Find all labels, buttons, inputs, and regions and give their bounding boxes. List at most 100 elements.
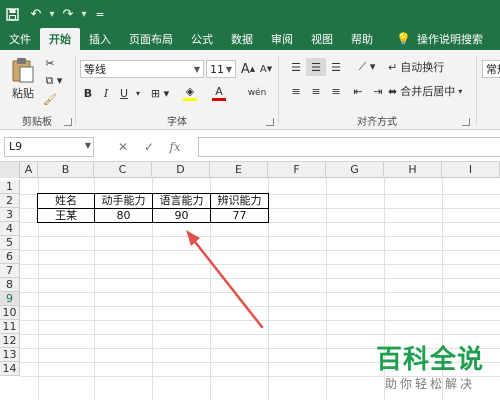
chevron-down-icon: ▾ bbox=[458, 86, 463, 96]
tab-review[interactable]: 审阅 bbox=[262, 28, 302, 50]
merge-icon: ⬌ bbox=[388, 84, 398, 98]
copy-icon: ⧉ ▾ bbox=[45, 74, 63, 87]
font-dialog-launcher-icon[interactable] bbox=[266, 118, 274, 126]
fill-color-swatch bbox=[183, 97, 197, 101]
paste-button[interactable]: 粘贴 bbox=[6, 54, 40, 104]
bold-button[interactable]: B bbox=[80, 84, 96, 102]
redo-dropdown-icon[interactable]: ▾ bbox=[80, 9, 88, 20]
increase-indent-button[interactable]: ⇥ bbox=[368, 82, 388, 100]
customize-icon: = bbox=[95, 7, 105, 21]
alignment-dialog-launcher-icon[interactable] bbox=[462, 118, 470, 126]
name-box-value: L9 bbox=[9, 140, 23, 153]
group-divider bbox=[75, 56, 76, 124]
tab-insert[interactable]: 插入 bbox=[80, 28, 120, 50]
align-middle-button[interactable]: ☰ bbox=[306, 58, 326, 76]
customize-toolbar-button[interactable]: = bbox=[88, 0, 112, 28]
increase-indent-icon: ⇥ bbox=[373, 84, 383, 98]
grow-font-icon: A bbox=[240, 61, 250, 77]
cancel-icon[interactable]: ✕ bbox=[110, 140, 136, 154]
tell-me-label: 操作说明搜索 bbox=[416, 33, 483, 46]
enter-icon[interactable]: ✓ bbox=[136, 140, 162, 154]
wrap-text-icon: ↵ bbox=[388, 60, 398, 74]
underline-dropdown-icon[interactable]: ▾ bbox=[133, 84, 143, 102]
align-bottom-icon: ☰ bbox=[331, 60, 341, 74]
tell-me-search[interactable]: 💡 操作说明搜索 bbox=[382, 28, 492, 50]
align-left-button[interactable]: ≡ bbox=[286, 82, 306, 100]
font-name-combo[interactable]: 等线 ▼ bbox=[80, 60, 204, 78]
align-center-button[interactable]: ≡ bbox=[306, 82, 326, 100]
alignment-group: ☰ ☰ ☰ ⟋ ▾ ↵ 自动换行 ≡ ≡ ≡ ⇤ ⇥ ⬌ 合并后居中 ▾ 对齐方… bbox=[282, 50, 472, 130]
italic-button[interactable]: I bbox=[98, 84, 114, 102]
align-middle-icon: ☰ bbox=[311, 60, 321, 74]
align-bottom-button[interactable]: ☰ bbox=[326, 58, 346, 76]
ribbon: 粘贴 ✂ ⧉ ▾ 🖌 剪贴板 等线 ▼ 11 ▼ A ▲ A ▼ B I U ▾ ⊞… bbox=[0, 50, 500, 130]
phonetic-icon: wén bbox=[247, 88, 267, 98]
fill-bucket-icon: ◈ bbox=[185, 84, 195, 98]
save-button[interactable] bbox=[0, 0, 24, 28]
title-bar: ↶ ▾ ↷ ▾ = bbox=[0, 0, 500, 28]
font-name-value: 等线 bbox=[84, 63, 106, 76]
name-box[interactable]: L9 ▼ bbox=[4, 137, 94, 157]
wrap-text-button[interactable]: ↵ 自动换行 bbox=[388, 58, 468, 76]
tab-data[interactable]: 数据 bbox=[222, 28, 262, 50]
underline-button[interactable]: U bbox=[116, 84, 132, 102]
align-center-icon: ≡ bbox=[311, 84, 321, 98]
merge-center-button[interactable]: ⬌ 合并后居中 ▾ bbox=[388, 82, 472, 100]
decrease-indent-icon: ⇤ bbox=[353, 84, 363, 98]
undo-dropdown-icon[interactable]: ▾ bbox=[48, 9, 56, 20]
alignment-group-label: 对齐方式 bbox=[357, 117, 397, 128]
tab-view[interactable]: 视图 bbox=[302, 28, 342, 50]
orientation-button[interactable]: ⟋ ▾ bbox=[352, 58, 382, 76]
save-icon bbox=[5, 7, 19, 21]
lightbulb-icon: 💡 bbox=[396, 32, 411, 46]
phonetic-button[interactable]: wén bbox=[242, 82, 272, 104]
clipboard-group-label: 剪贴板 bbox=[22, 117, 52, 128]
watermark-title: 百科全说 bbox=[375, 345, 484, 375]
redo-button[interactable]: ↷ bbox=[56, 0, 80, 28]
clipboard-dialog-launcher-icon[interactable] bbox=[64, 118, 72, 126]
font-size-value: 11 bbox=[210, 62, 224, 76]
tab-file[interactable]: 文件 bbox=[0, 28, 40, 50]
insert-function-icon[interactable]: fx bbox=[162, 140, 188, 154]
fill-color-button[interactable]: ◈ bbox=[176, 84, 204, 102]
align-top-icon: ☰ bbox=[291, 60, 301, 74]
font-size-combo[interactable]: 11 ▼ bbox=[206, 60, 236, 78]
font-color-button[interactable]: A bbox=[206, 84, 232, 102]
group-divider bbox=[278, 56, 279, 124]
format-painter-button[interactable]: 🖌 bbox=[40, 91, 60, 107]
grow-font-button[interactable]: A ▲ bbox=[240, 60, 256, 78]
copy-button[interactable]: ⧉ ▾ bbox=[40, 73, 68, 89]
tab-page-layout[interactable]: 页面布局 bbox=[120, 28, 182, 50]
tab-help[interactable]: 帮助 bbox=[342, 28, 382, 50]
quick-access-toolbar: ↶ ▾ ↷ ▾ = bbox=[0, 0, 112, 28]
align-right-button[interactable]: ≡ bbox=[326, 82, 346, 100]
watermark-logo: 百科全说 助你轻松解决 bbox=[376, 345, 484, 392]
align-left-icon: ≡ bbox=[291, 84, 301, 98]
watermark-subtitle: 助你轻松解决 bbox=[384, 377, 475, 391]
worksheet-grid[interactable]: A B C D E F G H I 1 2 3 4 5 6 7 8 9 10 1… bbox=[0, 162, 500, 400]
merge-label: 合并后居中 bbox=[400, 85, 456, 98]
decrease-indent-button[interactable]: ⇤ bbox=[348, 82, 368, 100]
cut-button[interactable]: ✂ bbox=[40, 55, 60, 71]
number-group: 常规 bbox=[480, 50, 500, 130]
formula-actions: ✕ ✓ fx bbox=[110, 137, 188, 157]
tab-formulas[interactable]: 公式 bbox=[182, 28, 222, 50]
group-divider bbox=[476, 56, 477, 124]
clipboard-group: 粘贴 ✂ ⧉ ▾ 🖌 剪贴板 bbox=[0, 50, 74, 130]
redo-icon: ↷ bbox=[62, 6, 74, 22]
paste-label: 粘贴 bbox=[12, 87, 34, 100]
ribbon-tabs: 文件 开始 插入 页面布局 公式 数据 审阅 视图 帮助 💡 操作说明搜索 bbox=[0, 28, 500, 50]
borders-button[interactable]: ⊞ ▾ bbox=[148, 84, 172, 102]
number-format-combo[interactable]: 常规 bbox=[482, 60, 500, 78]
undo-button[interactable]: ↶ bbox=[24, 0, 48, 28]
font-color-icon: A bbox=[215, 84, 223, 98]
number-format-value: 常规 bbox=[486, 63, 500, 76]
shrink-font-button[interactable]: A ▼ bbox=[258, 60, 274, 78]
tab-home[interactable]: 开始 bbox=[40, 28, 80, 50]
formula-input[interactable] bbox=[198, 137, 500, 157]
chevron-down-icon: ▼ bbox=[225, 64, 233, 74]
align-top-button[interactable]: ☰ bbox=[286, 58, 306, 76]
chevron-down-icon: ▼ bbox=[193, 64, 201, 74]
align-right-icon: ≡ bbox=[331, 84, 341, 98]
scissors-icon: ✂ bbox=[45, 56, 55, 70]
